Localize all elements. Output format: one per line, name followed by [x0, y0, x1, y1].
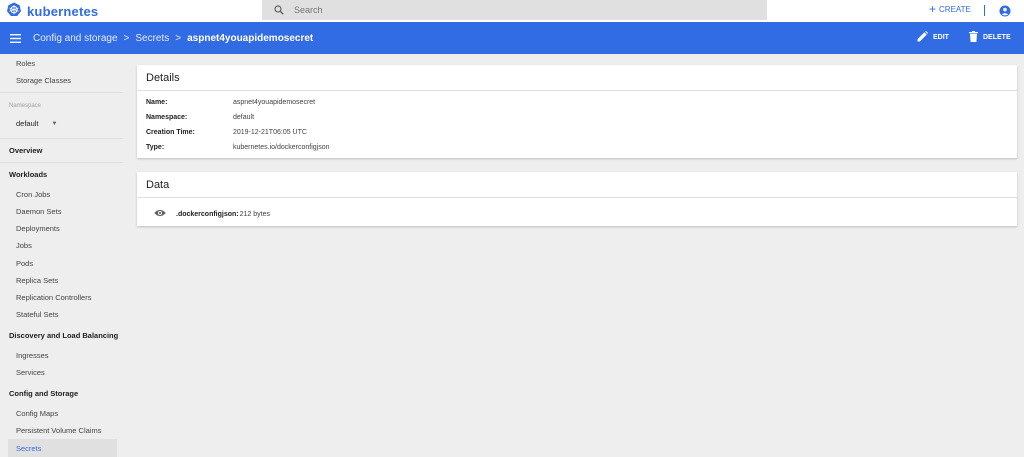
sidebar-item-pods[interactable]: Pods — [16, 259, 33, 268]
data-title: Data — [137, 172, 1017, 198]
sidebar-divider — [0, 138, 123, 139]
namespace-value: default — [16, 119, 39, 128]
sidebar-heading-config-and-storage[interactable]: Config and Storage — [9, 389, 78, 398]
sidebar-item-roles[interactable]: Roles — [16, 59, 35, 68]
trash-icon — [969, 31, 978, 44]
kubernetes-logo[interactable]: kubernetes — [7, 2, 98, 21]
menu-icon[interactable] — [10, 33, 21, 43]
detail-row-creation-time: Creation Time: 2019-12-21T06:05 UTC — [146, 129, 307, 136]
sidebar-item-deployments[interactable]: Deployments — [16, 224, 60, 233]
detail-row-namespace: Namespace: default — [146, 114, 254, 121]
breadcrumb-separator: > — [123, 32, 130, 44]
detail-key: Type: — [146, 144, 165, 151]
details-card: Details Name: aspnet4youapidemosecret Na… — [137, 65, 1017, 158]
sidebar-heading-workloads[interactable]: Workloads — [9, 170, 47, 179]
breadcrumb-separator: > — [175, 32, 182, 44]
detail-value: kubernetes.io/dockerconfigjson — [233, 144, 330, 151]
sidebar-heading-discovery[interactable]: Discovery and Load Balancing — [9, 331, 118, 340]
sidebar-item-replication-controllers[interactable]: Replication Controllers — [16, 293, 91, 302]
plus-icon: + — [929, 2, 937, 16]
logo-text: kubernetes — [27, 3, 99, 19]
edit-button[interactable]: EDIT — [917, 31, 949, 44]
detail-value: default — [233, 114, 255, 121]
sidebar-item-jobs[interactable]: Jobs — [16, 241, 32, 250]
sidebar-item-stateful-sets[interactable]: Stateful Sets — [16, 310, 59, 319]
kubernetes-wheel-icon — [7, 2, 21, 21]
namespace-select[interactable]: default ▼ — [16, 119, 57, 128]
data-entry: .dockerconfigjson: 212 bytes — [154, 209, 270, 219]
sidebar: Roles Storage Classes Namespace default … — [0, 54, 123, 457]
create-button[interactable]: + CREATE — [929, 2, 971, 16]
sidebar-item-config-maps[interactable]: Config Maps — [16, 409, 58, 418]
detail-row-type: Type: kubernetes.io/dockerconfigjson — [146, 144, 330, 151]
breadcrumb-secrets[interactable]: Secrets — [135, 33, 169, 44]
topbar-divider — [984, 5, 985, 16]
sidebar-item-ingresses[interactable]: Ingresses — [16, 351, 49, 360]
sidebar-item-overview[interactable]: Overview — [9, 146, 42, 155]
sidebar-item-persistent-volume-claims[interactable]: Persistent Volume Claims — [16, 426, 101, 435]
sidebar-item-services[interactable]: Services — [16, 368, 45, 377]
create-label: CREATE — [939, 4, 971, 14]
detail-value: 2019-12-21T06:05 UTC — [233, 129, 307, 136]
sidebar-item-cron-jobs[interactable]: Cron Jobs — [16, 190, 50, 199]
delete-label: DELETE — [983, 34, 1011, 41]
top-app-bar: kubernetes + CREATE — [0, 0, 1024, 22]
data-entry-key: .dockerconfigjson: — [176, 210, 239, 218]
breadcrumb-bar: Config and storage > Secrets > aspnet4yo… — [0, 22, 1024, 54]
breadcrumb-config-and-storage[interactable]: Config and storage — [33, 33, 118, 44]
sidebar-item-daemon-sets[interactable]: Daemon Sets — [16, 207, 61, 216]
search-icon — [274, 5, 284, 15]
search-input[interactable] — [294, 5, 694, 15]
sidebar-divider — [0, 162, 123, 163]
namespace-label: Namespace — [9, 103, 42, 109]
sidebar-item-storage-classes[interactable]: Storage Classes — [16, 76, 71, 85]
data-entry-value: 212 bytes — [239, 210, 270, 218]
search-bar[interactable] — [262, 0, 767, 20]
sidebar-divider — [0, 92, 123, 93]
breadcrumb: Config and storage > Secrets > aspnet4yo… — [33, 33, 313, 44]
sidebar-item-secrets[interactable]: Secrets — [16, 444, 41, 453]
pencil-icon — [917, 31, 928, 44]
data-card: Data .dockerconfigjson: 212 bytes — [137, 172, 1017, 226]
sidebar-item-replica-sets[interactable]: Replica Sets — [16, 276, 58, 285]
detail-key: Namespace: — [146, 114, 188, 121]
detail-row-name: Name: aspnet4youapidemosecret — [146, 99, 315, 106]
detail-key: Creation Time: — [146, 129, 195, 136]
account-circle-icon[interactable] — [999, 4, 1011, 22]
detail-value: aspnet4youapidemosecret — [233, 99, 316, 106]
details-title: Details — [137, 65, 1017, 91]
caret-down-icon: ▼ — [51, 120, 58, 127]
page-title: aspnet4youapidemosecret — [187, 32, 314, 44]
edit-label: EDIT — [933, 34, 949, 41]
detail-key: Name: — [146, 99, 168, 106]
eye-icon[interactable] — [154, 209, 166, 219]
delete-button[interactable]: DELETE — [969, 31, 1011, 44]
